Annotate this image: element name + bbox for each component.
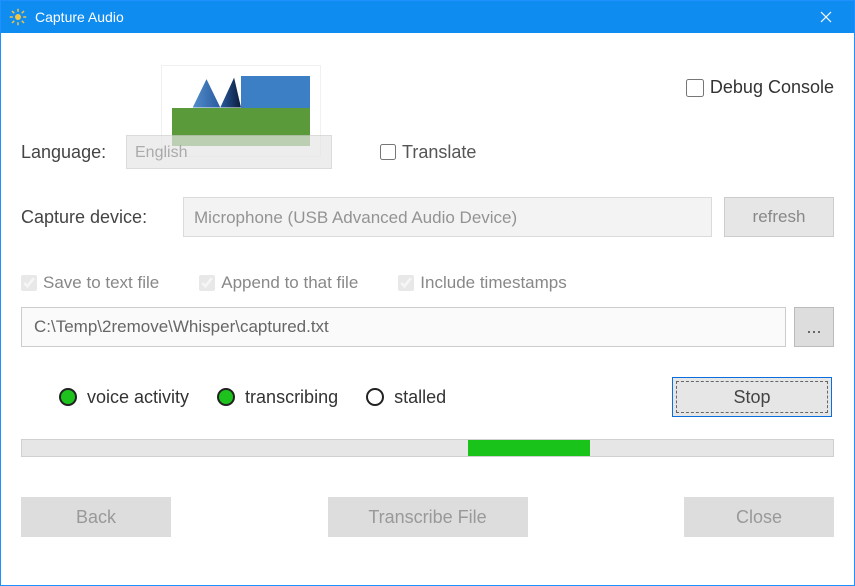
timestamps-checkbox[interactable]: Include timestamps: [398, 273, 566, 293]
transcribing-indicator: transcribing: [217, 387, 338, 408]
stalled-dot-icon: [366, 388, 384, 406]
append-input[interactable]: [199, 275, 215, 291]
back-button[interactable]: Back: [21, 497, 171, 537]
translate-input[interactable]: [380, 144, 396, 160]
progress-bar: [21, 439, 834, 457]
language-select[interactable]: English: [126, 135, 332, 169]
stop-button[interactable]: Stop: [672, 377, 832, 417]
close-window-button[interactable]: [806, 1, 846, 33]
translate-label: Translate: [402, 142, 476, 163]
timestamps-label: Include timestamps: [420, 273, 566, 293]
transcribing-label: transcribing: [245, 387, 338, 408]
capture-device-select[interactable]: Microphone (USB Advanced Audio Device): [183, 197, 712, 237]
output-path-field[interactable]: [21, 307, 786, 347]
browse-button[interactable]: ...: [794, 307, 834, 347]
transcribe-file-button[interactable]: Transcribe File: [328, 497, 528, 537]
title-bar: Capture Audio: [1, 1, 854, 33]
debug-console-checkbox[interactable]: Debug Console: [686, 77, 834, 98]
stalled-indicator: stalled: [366, 387, 446, 408]
save-to-file-label: Save to text file: [43, 273, 159, 293]
save-to-file-checkbox[interactable]: Save to text file: [21, 273, 159, 293]
close-button[interactable]: Close: [684, 497, 834, 537]
app-icon: [9, 8, 27, 26]
refresh-button[interactable]: refresh: [724, 197, 834, 237]
close-icon: [820, 11, 832, 23]
language-label: Language:: [21, 142, 114, 163]
voice-activity-label: voice activity: [87, 387, 189, 408]
capture-device-label: Capture device:: [21, 207, 171, 228]
append-label: Append to that file: [221, 273, 358, 293]
append-checkbox[interactable]: Append to that file: [199, 273, 358, 293]
voice-activity-dot-icon: [59, 388, 77, 406]
progress-bar-fill: [468, 440, 590, 456]
stalled-label: stalled: [394, 387, 446, 408]
debug-console-input[interactable]: [686, 79, 704, 97]
window-title: Capture Audio: [35, 9, 806, 25]
timestamps-input[interactable]: [398, 275, 414, 291]
debug-console-label: Debug Console: [710, 77, 834, 98]
transcribing-dot-icon: [217, 388, 235, 406]
translate-checkbox[interactable]: Translate: [380, 142, 476, 163]
save-to-file-input[interactable]: [21, 275, 37, 291]
voice-activity-indicator: voice activity: [59, 387, 189, 408]
